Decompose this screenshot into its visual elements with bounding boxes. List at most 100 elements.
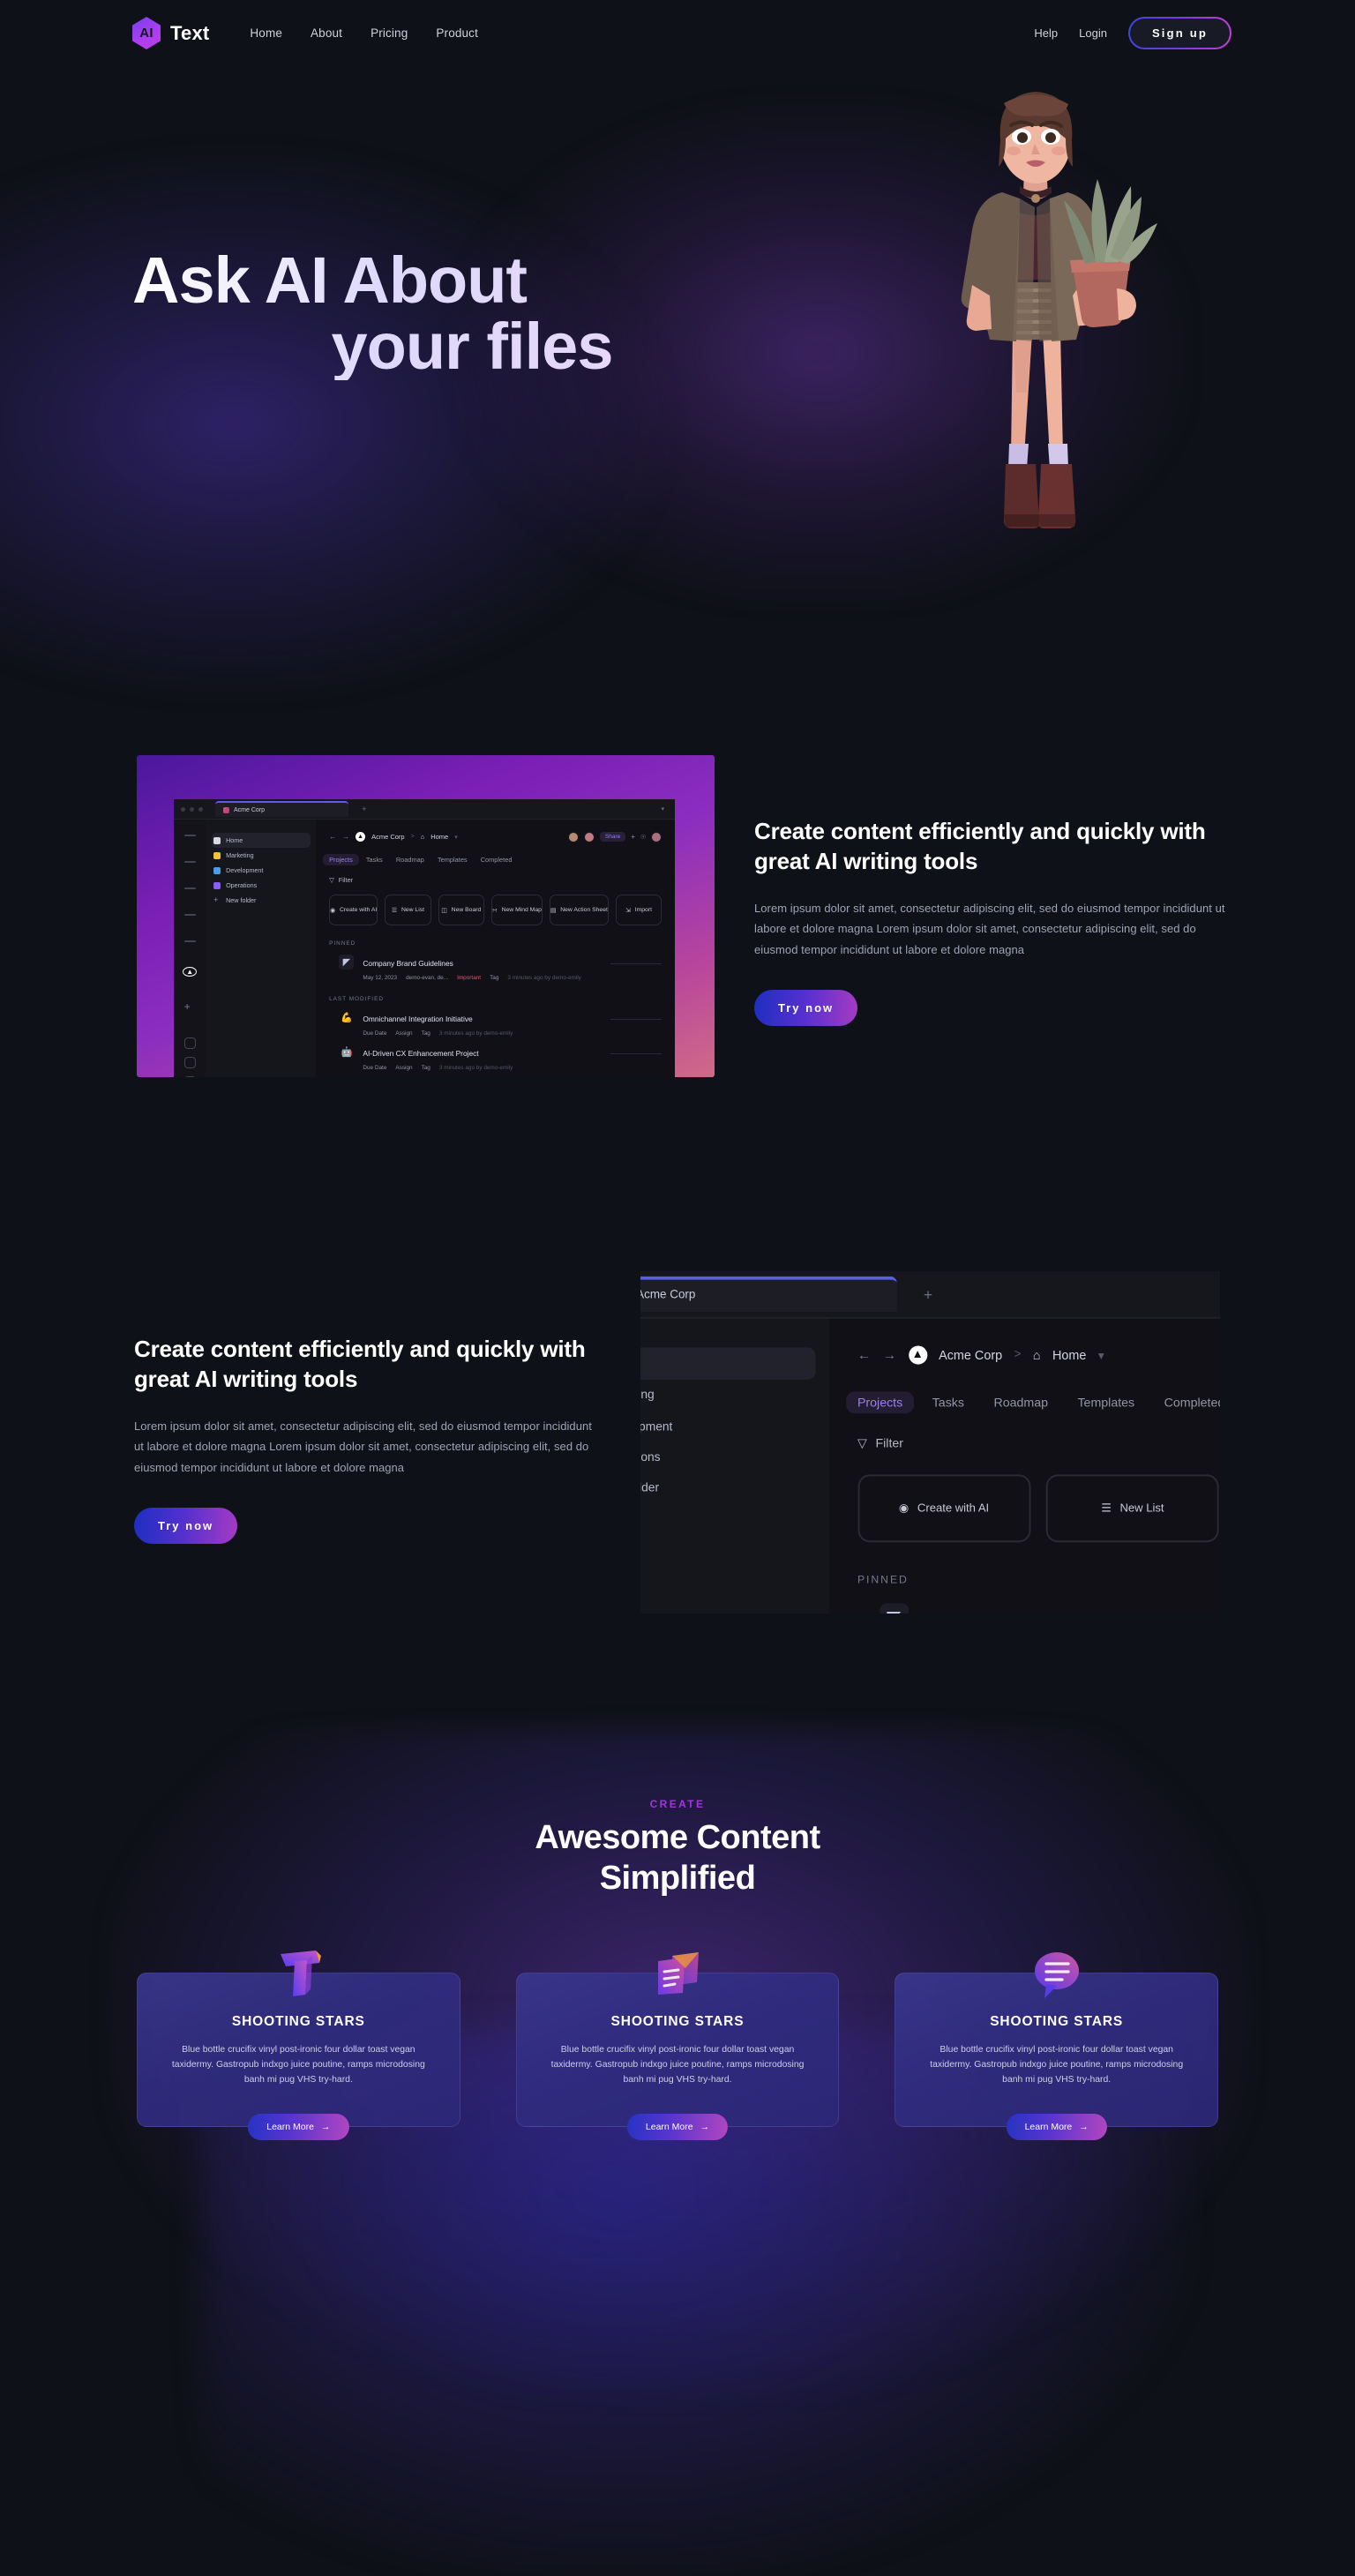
tab-roadmap[interactable]: Roadmap <box>396 856 424 864</box>
feature2-try-now-button[interactable]: Try now <box>134 1507 238 1544</box>
quick-action-new-board[interactable]: ◫ New Board <box>438 894 484 926</box>
login-link[interactable]: Login <box>1079 26 1107 40</box>
forward-icon[interactable]: → <box>883 1348 896 1363</box>
chevron-down-icon[interactable]: ▾ <box>454 834 458 841</box>
tab-templates[interactable]: Templates <box>438 856 468 864</box>
project-row[interactable]: ◤ Company Brand Guidelines May 12, 2023 … <box>857 1604 1220 1614</box>
project-row[interactable]: ◤ Company Brand Guidelines May 12, 2023 … <box>329 954 663 981</box>
operations-icon <box>213 881 221 889</box>
card-body: Blue bottle crucifix vinyl post-ironic f… <box>550 2045 805 2085</box>
people-icon[interactable] <box>183 940 196 943</box>
tab-projects[interactable]: Projects <box>845 1390 915 1413</box>
bell-icon[interactable]: ☉ <box>640 834 646 841</box>
assign-button[interactable]: Assign <box>395 1030 412 1037</box>
help-circle-icon[interactable] <box>183 1076 196 1077</box>
star-icon[interactable] <box>183 914 196 917</box>
3d-letter-t-icon <box>266 1942 330 2005</box>
status-badge[interactable]: Important <box>457 975 481 981</box>
feature1-try-now-button[interactable]: Try now <box>754 989 858 1026</box>
forward-icon[interactable]: → <box>342 833 349 841</box>
breadcrumb-page[interactable]: Home <box>1052 1348 1086 1363</box>
add-tag-button[interactable]: Tag <box>490 975 498 981</box>
add-tag-button[interactable]: Tag <box>422 1065 430 1071</box>
help-link[interactable]: Help <box>1034 26 1058 40</box>
back-icon[interactable]: ← <box>857 1348 871 1363</box>
sidebar-item-new-folder[interactable]: + New folder <box>206 893 316 908</box>
nav-item-product[interactable]: Product <box>436 26 478 40</box>
nav-item-about[interactable]: About <box>311 26 342 40</box>
sidebar-item-operations[interactable]: Operations <box>206 878 316 893</box>
window-minimize-dot[interactable] <box>189 806 194 812</box>
quick-action-import[interactable]: ⇲ Import <box>615 894 663 926</box>
signup-button[interactable]: Sign up <box>1127 17 1231 49</box>
avatar[interactable] <box>651 831 663 842</box>
quick-action-create-with-ai[interactable]: ◉ Create with AI <box>329 894 378 926</box>
filter-button[interactable]: ▽ Filter <box>329 876 662 884</box>
last-modified-section-label[interactable]: LAST MODIFIED <box>329 996 662 1002</box>
learn-more-button[interactable]: Learn More → <box>1006 2114 1107 2140</box>
nav-item-pricing[interactable]: Pricing <box>371 26 408 40</box>
learn-more-button[interactable]: Learn More → <box>248 2114 349 2140</box>
tab-tasks[interactable]: Tasks <box>932 1394 964 1409</box>
filter-button[interactable]: ▽ Filter <box>857 1436 1220 1451</box>
home-icon: ⌂ <box>420 833 425 842</box>
tab-roadmap[interactable]: Roadmap <box>993 1394 1048 1409</box>
browser-tab[interactable]: Acme Corp <box>640 1276 897 1313</box>
add-icon[interactable]: + <box>631 833 635 841</box>
sidebar-item-operations[interactable]: Operations <box>640 1441 828 1471</box>
add-tag-button[interactable]: Tag <box>422 1030 430 1037</box>
new-tab-button[interactable]: + <box>924 1286 932 1303</box>
inbox-icon[interactable] <box>183 887 196 890</box>
chevron-down-icon[interactable]: ▾ <box>661 805 664 812</box>
due-date[interactable]: Due Date <box>363 1030 386 1037</box>
sidebar-item-marketing[interactable]: Marketing <box>640 1379 828 1410</box>
sidebar-item-marketing[interactable]: Marketing <box>206 848 316 863</box>
gear-icon[interactable] <box>183 1057 196 1069</box>
tab-completed[interactable]: Completed <box>1164 1394 1220 1409</box>
share-button[interactable]: Share <box>599 832 626 842</box>
check-icon[interactable] <box>183 861 196 864</box>
browser-tab[interactable]: Acme Corp <box>214 801 349 817</box>
due-date[interactable]: May 12, 2023 <box>363 975 397 981</box>
tab-tasks[interactable]: Tasks <box>366 856 383 864</box>
breadcrumb-workspace[interactable]: Acme Corp <box>371 833 405 841</box>
quick-action-new-list[interactable]: ☰ New List <box>1045 1474 1219 1542</box>
ruler-icon: ◤ <box>880 1604 909 1614</box>
learn-more-button[interactable]: Learn More → <box>626 2114 729 2140</box>
assignees[interactable]: demo-evan, de... <box>406 975 448 981</box>
tab-projects[interactable]: Projects <box>323 854 359 866</box>
sidebar-item-home[interactable]: Home <box>640 1348 817 1380</box>
new-tab-button[interactable]: + <box>362 805 366 813</box>
avatar[interactable] <box>567 831 579 842</box>
sidebar-item-home[interactable]: Home <box>211 833 311 849</box>
breadcrumb-workspace[interactable]: Acme Corp <box>939 1348 1002 1363</box>
window-maximize-dot[interactable] <box>198 806 203 812</box>
project-row[interactable]: 🤖 AI-Driven CX Enhancement Project Due D… <box>329 1045 663 1071</box>
quick-action-new-mind-map[interactable]: ∺ New Mind Map <box>490 894 543 926</box>
chevron-down-icon[interactable]: ▾ <box>1098 1349 1104 1361</box>
sidebar-item-development[interactable]: Development <box>640 1410 828 1441</box>
add-icon[interactable]: + <box>184 1001 196 1013</box>
clock-icon[interactable] <box>183 835 196 837</box>
tab-templates[interactable]: Templates <box>1077 1394 1134 1409</box>
sidebar-item-new-folder[interactable]: New folder <box>640 1471 828 1502</box>
workspace-logo-icon[interactable]: ▲ <box>183 967 198 977</box>
project-row[interactable]: 💪 Omnichannel Integration Initiative Due… <box>329 1010 663 1037</box>
nav-item-home[interactable]: Home <box>250 26 282 40</box>
window-close-dot[interactable] <box>180 806 185 812</box>
quick-action-new-action-sheet[interactable]: ▤ New Action Sheet <box>549 894 609 926</box>
brand-logo[interactable]: AI Text <box>132 17 209 49</box>
avatar[interactable] <box>583 831 595 842</box>
search-icon[interactable] <box>183 1037 196 1050</box>
due-date[interactable]: Due Date <box>363 1065 386 1071</box>
breadcrumb-page[interactable]: Home <box>430 833 448 841</box>
sidebar-item-development[interactable]: Development <box>206 863 316 878</box>
quick-action-create-with-ai[interactable]: ◉ Create with AI <box>857 1474 1031 1542</box>
tab-completed[interactable]: Completed <box>481 856 513 864</box>
back-icon[interactable]: ← <box>329 833 336 841</box>
girl-holding-plant-illustration <box>909 75 1164 556</box>
ruler-icon: ◤ <box>339 954 355 970</box>
assign-button[interactable]: Assign <box>395 1065 412 1071</box>
quick-action-new-list[interactable]: ☰ New List <box>385 894 431 926</box>
filter-icon: ▽ <box>329 875 334 884</box>
